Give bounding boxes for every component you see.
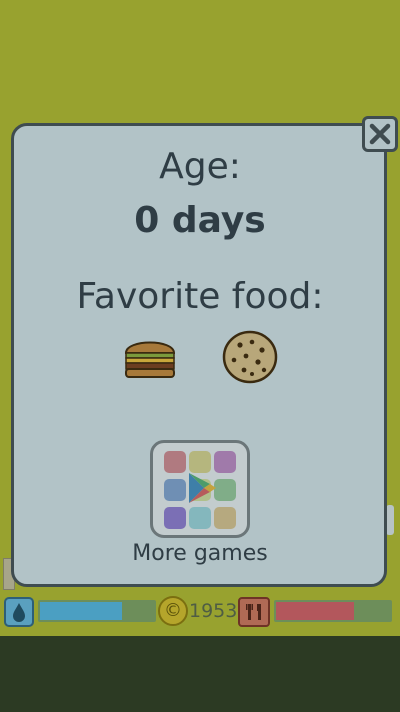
close-icon xyxy=(369,123,391,145)
age-label: Age: xyxy=(159,146,241,187)
app-tile xyxy=(189,507,211,529)
app-tile xyxy=(214,507,236,529)
app-tile xyxy=(214,451,236,473)
coin-count: 1953 xyxy=(189,600,238,622)
app-tile xyxy=(164,479,186,501)
play-store-icon xyxy=(189,473,216,503)
food-meter-fill xyxy=(276,602,354,620)
age-value: 0 days xyxy=(134,200,266,241)
fork-knife-icon[interactable] xyxy=(238,597,270,627)
app-tile xyxy=(189,451,211,473)
burger-icon xyxy=(124,333,176,383)
app-tile xyxy=(164,451,186,473)
app-tile xyxy=(164,507,186,529)
favorite-food-label: Favorite food: xyxy=(76,276,324,317)
coin-icon: © xyxy=(158,596,188,626)
more-games-button[interactable] xyxy=(150,440,250,538)
hidden-ui-element xyxy=(386,505,394,535)
water-meter-fill xyxy=(40,602,122,620)
water-drop-icon[interactable] xyxy=(4,597,34,627)
cookie-icon xyxy=(222,330,278,388)
more-games-label[interactable]: More games xyxy=(0,541,400,566)
bottom-bar xyxy=(0,636,400,712)
hud-bar: © 1953 xyxy=(0,592,400,632)
